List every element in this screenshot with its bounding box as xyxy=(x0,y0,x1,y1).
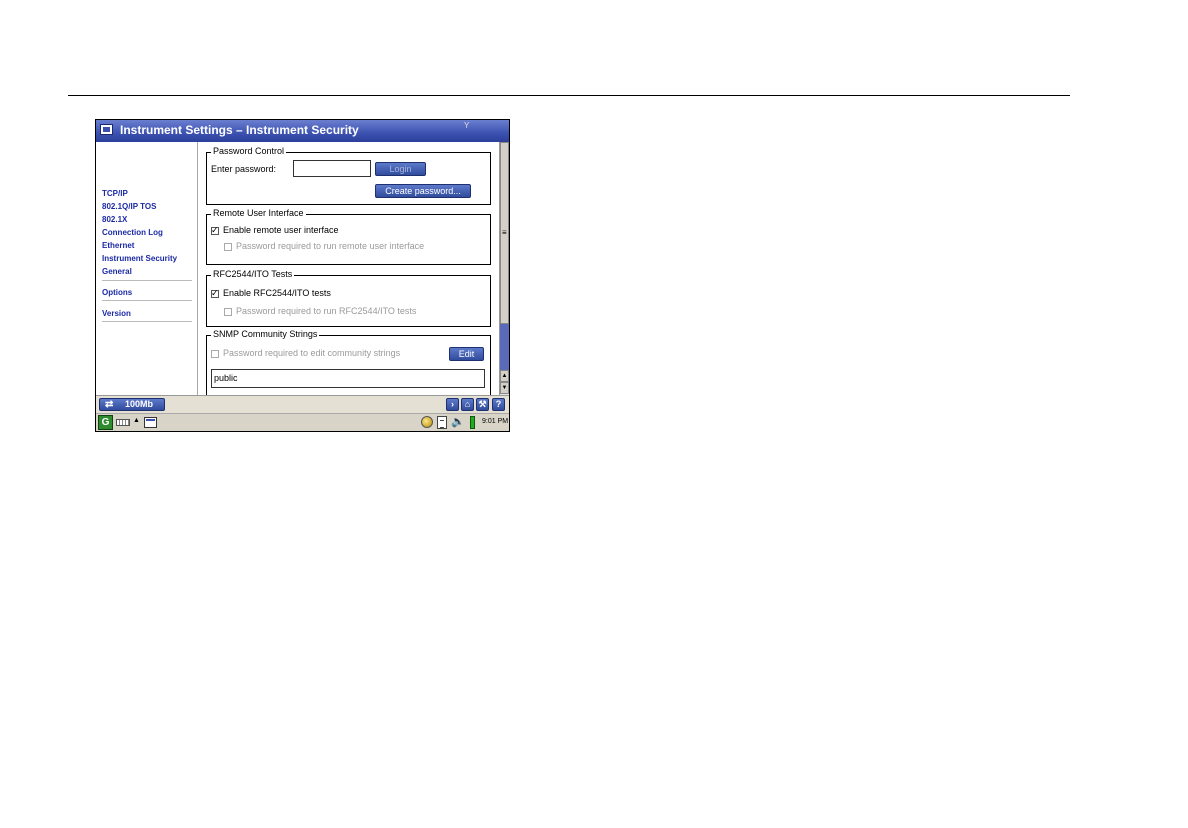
password-input[interactable] xyxy=(293,160,371,177)
window-icon[interactable] xyxy=(144,417,157,428)
group-legend: RFC2544/ITO Tests xyxy=(211,269,295,279)
sidebar-item-version[interactable]: Version xyxy=(102,309,131,318)
sidebar-item-general[interactable]: General xyxy=(102,267,132,276)
keyboard-icon[interactable] xyxy=(116,419,130,426)
checkmark-icon: ✓ xyxy=(211,288,219,298)
scrollbar-thumb[interactable]: ≡ xyxy=(500,142,509,324)
community-string-field[interactable]: public xyxy=(211,369,485,388)
sidebar-item-connection-log[interactable]: Connection Log xyxy=(102,228,163,237)
link-speed-label: 100Mb xyxy=(125,399,154,409)
window-title: Instrument Settings – Instrument Securit… xyxy=(120,123,359,137)
group-legend: SNMP Community Strings xyxy=(211,329,320,339)
remote-ui-password-label: Password required to run remote user int… xyxy=(236,241,425,251)
sidebar-item-8021x[interactable]: 802.1X xyxy=(102,215,127,224)
settings-content: Password Control Enter password: Login C… xyxy=(198,142,499,395)
content-scrollbar[interactable]: ≡ ▲ ▼ xyxy=(499,142,509,395)
window-menu-icon[interactable] xyxy=(100,124,113,135)
device-screen: Instrument Settings – Instrument Securit… xyxy=(95,119,510,432)
sidebar-item-8021q-iptos[interactable]: 802.1Q/IP TOS xyxy=(102,202,156,211)
rfc-tests-password-checkbox[interactable] xyxy=(224,308,232,316)
link-arrows-icon: ⇄ xyxy=(105,399,114,410)
enable-remote-ui-label: Enable remote user interface xyxy=(223,225,339,235)
tools-icon[interactable]: ⚒ xyxy=(476,398,489,411)
enter-password-label: Enter password: xyxy=(211,164,277,174)
login-button[interactable]: Login xyxy=(375,162,426,176)
enable-rfc-tests-label: Enable RFC2544/ITO tests xyxy=(223,288,331,298)
battery-icon xyxy=(470,416,475,429)
checkmark-icon: ✓ xyxy=(211,225,219,235)
sidebar-item-ethernet[interactable]: Ethernet xyxy=(102,241,134,250)
edit-button[interactable]: Edit xyxy=(449,347,484,361)
snmp-group: SNMP Community Strings Password required… xyxy=(206,329,491,395)
clock: 9:01 PM xyxy=(482,418,509,425)
speaker-icon[interactable]: 🔈 xyxy=(451,416,465,429)
enable-rfc-tests-checkbox[interactable]: ✓ xyxy=(211,288,219,298)
sidebar-item-instrument-security[interactable]: Instrument Security xyxy=(102,254,177,263)
enable-remote-ui-checkbox[interactable]: ✓ xyxy=(211,225,219,235)
link-speed-button[interactable]: ⇄ 100Mb xyxy=(99,398,165,411)
window-titlebar: Instrument Settings – Instrument Securit… xyxy=(96,120,509,142)
grip-icon: ≡ xyxy=(502,228,507,237)
snmp-password-checkbox[interactable] xyxy=(211,350,219,358)
group-legend: Password Control xyxy=(211,146,287,156)
start-button[interactable]: G xyxy=(98,415,113,430)
home-icon[interactable]: ⌂ xyxy=(461,398,474,411)
rfc-tests-group: RFC2544/ITO Tests ✓ Enable RFC2544/ITO t… xyxy=(206,269,491,327)
scroll-down-arrow-icon[interactable]: ▼ xyxy=(500,382,509,394)
snmp-password-label: Password required to edit community stri… xyxy=(223,348,401,358)
sidebar-divider xyxy=(102,321,192,322)
sidebar-divider xyxy=(102,280,192,281)
scroll-up-arrow-icon[interactable]: ▲ xyxy=(500,370,509,382)
sidebar-divider xyxy=(102,300,192,301)
globe-icon[interactable] xyxy=(421,416,433,428)
status-bar: ⇄ 100Mb › ⌂ ⚒ ? xyxy=(96,395,509,413)
sidebar-item-tcpip[interactable]: TCP/IP xyxy=(102,189,128,198)
settings-sidebar: TCP/IP 802.1Q/IP TOS 802.1X Connection L… xyxy=(96,142,197,395)
create-password-button[interactable]: Create password... xyxy=(375,184,471,198)
password-control-group: Password Control Enter password: Login C… xyxy=(206,146,491,205)
remote-ui-password-checkbox[interactable] xyxy=(224,243,232,251)
taskbar: G ▲ 🔈 9:01 PM xyxy=(96,413,509,431)
help-icon[interactable]: ? xyxy=(492,398,505,411)
remote-ui-group: Remote User Interface ✓ Enable remote us… xyxy=(206,208,491,265)
group-legend: Remote User Interface xyxy=(211,208,306,218)
signal-icon: Y xyxy=(464,121,470,130)
clipboard-icon[interactable] xyxy=(437,416,447,429)
page-header-rule xyxy=(68,95,1070,96)
forward-icon[interactable]: › xyxy=(446,398,459,411)
up-arrow-icon[interactable]: ▲ xyxy=(133,417,140,424)
sidebar-item-options[interactable]: Options xyxy=(102,288,132,297)
rfc-tests-password-label: Password required to run RFC2544/ITO tes… xyxy=(236,306,417,316)
scrollbar-track[interactable] xyxy=(500,324,509,370)
